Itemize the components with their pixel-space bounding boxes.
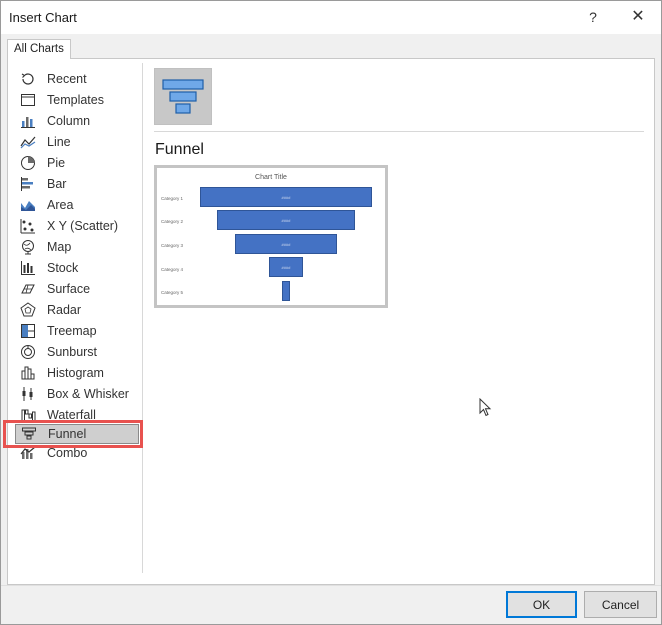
sidebar-item-label: Bar — [47, 177, 67, 191]
sidebar-item-radar[interactable]: Radar — [19, 300, 137, 320]
box-whisker-chart-icon — [19, 386, 37, 402]
funnel-chart-icon — [162, 78, 204, 114]
help-button[interactable]: ? — [579, 5, 607, 29]
preview-bar-value: #### — [281, 241, 291, 247]
radar-chart-icon — [19, 302, 37, 318]
sidebar-item-pie[interactable]: Pie — [19, 153, 137, 173]
sidebar-item-label: X Y (Scatter) — [47, 219, 119, 233]
preview-funnel-bar: #### — [269, 257, 303, 277]
sidebar-item-label: Area — [47, 198, 74, 212]
sunburst-chart-icon — [19, 344, 37, 360]
sidebar-item-label: Map — [47, 240, 72, 254]
line-chart-icon — [19, 134, 37, 150]
bar-chart-icon — [19, 176, 37, 192]
pie-chart-icon — [19, 155, 37, 171]
sidebar-item-line[interactable]: Line — [19, 132, 137, 152]
cancel-button[interactable]: Cancel — [584, 591, 657, 618]
preview-funnel-bar: #### — [200, 187, 372, 207]
sidebar-item-label: Templates — [47, 93, 104, 107]
chart-preview[interactable]: Chart Title Category 1 #### Category 2 #… — [154, 165, 388, 308]
mouse-cursor-icon — [479, 398, 492, 417]
treemap-chart-icon — [19, 323, 37, 339]
preview-category-label: Category 4 — [161, 267, 184, 272]
sidebar-item-area[interactable]: Area — [19, 195, 137, 215]
sidebar-item-scatter[interactable]: X Y (Scatter) — [19, 216, 137, 236]
waterfall-chart-icon — [19, 407, 37, 423]
preview-bar-value: #### — [281, 194, 291, 200]
preview-bar-value: #### — [281, 264, 291, 270]
area-chart-icon — [19, 197, 37, 213]
sidebar-item-waterfall[interactable]: Waterfall — [19, 405, 137, 425]
funnel-chart-icon — [20, 426, 38, 442]
preview-funnel-bar — [282, 281, 290, 301]
sidebar-item-column[interactable]: Column — [19, 111, 137, 131]
sidebar-item-surface[interactable]: Surface — [19, 279, 137, 299]
insert-chart-dialog: Insert Chart ? ✕ All Charts Recent Templ… — [0, 0, 662, 625]
sidebar-item-label: Stock — [47, 261, 79, 275]
dialog-title: Insert Chart — [9, 10, 77, 25]
sidebar-item-combo[interactable]: Combo — [19, 443, 137, 463]
preview-funnel-bar: #### — [217, 210, 355, 230]
close-button[interactable]: ✕ — [623, 5, 653, 29]
stock-chart-icon — [19, 260, 37, 276]
divider — [154, 131, 644, 132]
sidebar-item-histogram[interactable]: Histogram — [19, 363, 137, 383]
sidebar-item-label: Recent — [47, 72, 87, 86]
column-chart-icon — [19, 113, 37, 129]
preview-funnel-bar: #### — [235, 234, 337, 254]
preview-bar-value: #### — [281, 217, 291, 223]
sidebar-item-label: Radar — [47, 303, 82, 317]
scatter-chart-icon — [19, 218, 37, 234]
sidebar-item-templates[interactable]: Templates — [19, 90, 137, 110]
histogram-chart-icon — [19, 365, 37, 381]
tab-all-charts[interactable]: All Charts — [7, 39, 71, 59]
sidebar-item-sunburst[interactable]: Sunburst — [19, 342, 137, 362]
preview-chart-title: Chart Title — [255, 174, 287, 181]
sidebar-item-label: Column — [47, 114, 91, 128]
templates-icon — [19, 92, 37, 108]
sidebar-item-map[interactable]: Map — [19, 237, 137, 257]
sidebar-item-label: Sunburst — [47, 345, 98, 359]
sidebar-item-label: Waterfall — [47, 408, 96, 422]
map-chart-icon — [19, 239, 37, 255]
combo-chart-icon — [19, 445, 37, 461]
sidebar-item-bar[interactable]: Bar — [19, 174, 137, 194]
surface-chart-icon — [19, 281, 37, 297]
chart-type-name: Funnel — [155, 141, 204, 158]
sidebar-item-label: Histogram — [47, 366, 104, 380]
preview-category-label: Category 3 — [161, 243, 184, 248]
sidebar-item-label: Treemap — [47, 324, 97, 338]
sidebar-item-label: Box & Whisker — [47, 387, 129, 401]
title-bar: Insert Chart ? ✕ — [1, 1, 661, 34]
sidebar-item-funnel[interactable]: Funnel — [15, 424, 139, 444]
sidebar-item-label: Combo — [47, 446, 88, 460]
sidebar-item-recent[interactable]: Recent — [19, 69, 137, 89]
sidebar-item-label: Line — [47, 135, 71, 149]
sidebar-item-label: Funnel — [48, 427, 87, 441]
preview-category-label: Category 1 — [161, 196, 184, 201]
chart-type-sidebar: Recent Templates Column Line Pie Bar Are… — [7, 63, 143, 573]
sidebar-item-stock[interactable]: Stock — [19, 258, 137, 278]
sidebar-item-label: Pie — [47, 156, 66, 170]
sidebar-item-label: Surface — [47, 282, 91, 296]
footer-divider — [1, 585, 661, 586]
preview-category-label: Category 2 — [161, 219, 184, 224]
ok-button[interactable]: OK — [506, 591, 577, 618]
chart-subtype-thumbnail[interactable] — [154, 68, 212, 125]
sidebar-item-treemap[interactable]: Treemap — [19, 321, 137, 341]
recent-icon — [19, 71, 37, 87]
sidebar-item-box-whisker[interactable]: Box & Whisker — [19, 384, 137, 404]
preview-category-label: Category 5 — [161, 290, 184, 295]
